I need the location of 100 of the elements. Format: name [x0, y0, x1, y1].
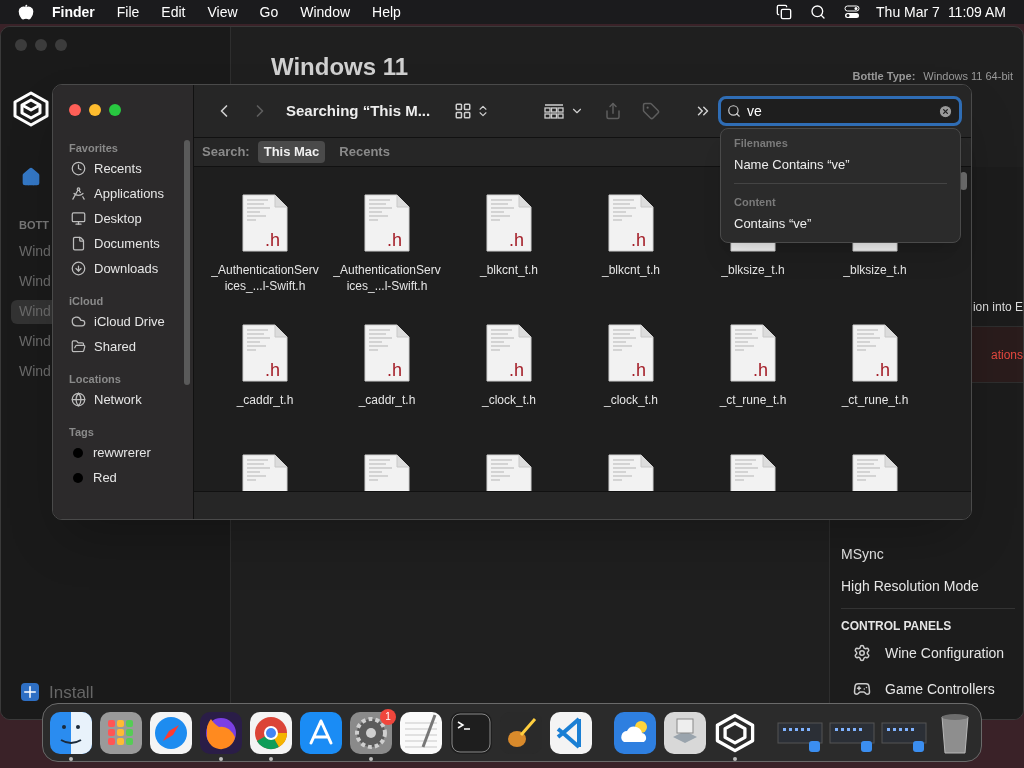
control-panel-link[interactable]: Wine Configuration	[885, 642, 1005, 664]
split-face-icon[interactable]	[49, 710, 93, 755]
file-name[interactable]: _blkcnt_t.h	[455, 262, 563, 278]
menu-bar-clock[interactable]: 11:09 AM	[947, 1, 1006, 23]
compass-icon[interactable]	[149, 710, 193, 755]
clear-search-icon[interactable]	[938, 103, 953, 119]
app-menu[interactable]: Finder	[52, 1, 95, 23]
control-panel-link[interactable]: Game Controllers	[885, 678, 995, 700]
control-center-icon[interactable]	[844, 4, 861, 20]
scope-tab[interactable]: This Mac	[257, 141, 326, 163]
terminal-icon[interactable]	[449, 710, 493, 755]
section-heading: CONTROL PANELS	[841, 618, 952, 635]
notepad-icon[interactable]	[399, 710, 443, 755]
file-name[interactable]: _AuthenticationServices_...l-Swift.h	[333, 262, 441, 294]
document-icon	[730, 324, 776, 382]
letter-a-icon[interactable]	[299, 710, 343, 755]
window-control[interactable]	[109, 104, 121, 116]
sidebar-item[interactable]: Red	[93, 467, 117, 488]
menu-item[interactable]: Help	[372, 1, 401, 23]
sidebar-item[interactable]: iCloud Drive	[94, 311, 165, 332]
document-icon	[71, 236, 86, 251]
menu-bar-date[interactable]: Thu Mar 7	[876, 1, 940, 23]
file-name[interactable]: _clock_t.h	[577, 392, 685, 408]
window-control[interactable]	[69, 104, 81, 116]
danger-action-label[interactable]: ations	[990, 345, 1023, 364]
app-grid-icon[interactable]	[99, 710, 143, 755]
window-control[interactable]	[89, 104, 101, 116]
bottle-title: Windows 11	[270, 52, 409, 82]
section-label: BOTT	[19, 218, 49, 233]
cube-logo-icon	[11, 89, 51, 129]
sidebar-item[interactable]: Shared	[94, 336, 136, 357]
sidebar-item[interactable]: Network	[94, 389, 142, 410]
plus-icon[interactable]	[21, 683, 39, 702]
sidebar-item[interactable]: Applications	[94, 183, 165, 204]
sidebar-heading: Favorites	[69, 141, 118, 156]
search-icon[interactable]	[810, 4, 827, 20]
search-icon	[727, 104, 741, 118]
search-field[interactable]: ve	[718, 96, 962, 126]
file-name[interactable]: _caddr_t.h	[333, 392, 441, 408]
apple-icon[interactable]	[18, 4, 34, 20]
document-icon	[364, 194, 410, 252]
window-title: Searching “This M...	[286, 100, 432, 121]
clock-icon	[71, 161, 86, 176]
home-icon[interactable]	[21, 167, 41, 187]
menu-item[interactable]: File	[116, 1, 140, 23]
file-extension-label: .h	[509, 230, 524, 250]
setting-label: MSync	[841, 544, 884, 564]
sidebar-item[interactable]: Desktop	[94, 208, 142, 229]
file-name[interactable]: _clock_t.h	[455, 392, 563, 408]
file-name[interactable]: _ct_rune_t.h	[699, 392, 807, 408]
scope-tab[interactable]: Recents	[333, 141, 396, 163]
sidebar-heading: Locations	[69, 372, 121, 387]
folder-icon	[71, 339, 86, 354]
gear-icon[interactable]	[349, 710, 393, 755]
cloud-icon	[71, 314, 86, 329]
document-icon	[486, 194, 532, 252]
sidebar-item[interactable]: rewwrerer	[93, 442, 151, 463]
sidebar-item[interactable]: Documents	[94, 233, 160, 254]
fox-globe-icon[interactable]	[199, 710, 243, 755]
document-icon	[486, 324, 532, 382]
download-icon	[71, 261, 86, 276]
field-value: Windows 11 64-bit	[923, 69, 1013, 84]
menu-item[interactable]: Edit	[161, 1, 186, 23]
file-name[interactable]: _blksize_t.h	[821, 262, 929, 278]
monitor-icon	[71, 211, 86, 226]
file-extension-label: .h	[753, 360, 768, 380]
ring-globe-icon[interactable]	[249, 710, 293, 755]
group-icon[interactable]	[544, 103, 564, 119]
cloud-sun-icon[interactable]	[613, 710, 657, 755]
sidebar-item[interactable]: Recents	[94, 158, 142, 179]
file-extension-label: .h	[265, 230, 280, 250]
sidebar-heading: iCloud	[69, 294, 104, 309]
code-ribbon-icon[interactable]	[549, 710, 593, 755]
file-name[interactable]: _blksize_t.h	[699, 262, 807, 278]
disk-drive-icon[interactable]	[663, 710, 707, 755]
search-input[interactable]: ve	[747, 100, 932, 122]
screen-mirror-icon[interactable]	[776, 4, 793, 20]
file-name[interactable]: _caddr_t.h	[211, 392, 319, 408]
file-extension-label: .h	[387, 230, 402, 250]
menu-item[interactable]: Go	[259, 1, 279, 23]
grid-view-icon[interactable]	[454, 102, 472, 120]
file-extension-label: .h	[631, 360, 646, 380]
file-name[interactable]: _ct_rune_t.h	[821, 392, 929, 408]
file-name[interactable]: _AuthenticationServices_...l-Swift.h	[211, 262, 319, 294]
file-extension-label: .h	[265, 360, 280, 380]
globe-icon	[71, 392, 86, 407]
field-label: Bottle Type:	[852, 69, 916, 84]
suggestion-heading: Content	[734, 195, 776, 210]
sidebar-heading: Tags	[69, 425, 94, 440]
file-extension-label: .h	[875, 360, 890, 380]
menu-item[interactable]: View	[207, 1, 238, 23]
setting-label[interactable]: ion into E	[972, 297, 1023, 316]
sidebar-item[interactable]: Downloads	[94, 258, 159, 279]
menu-item[interactable]: Window	[300, 1, 351, 23]
document-icon	[852, 324, 898, 382]
file-name[interactable]: _blkcnt_t.h	[577, 262, 685, 278]
suggestion-item[interactable]: Name Contains “ve”	[734, 151, 850, 177]
document-icon	[608, 194, 654, 252]
suggestion-item[interactable]: Contains “ve”	[734, 210, 812, 236]
notification-badge: 1	[380, 708, 396, 725]
